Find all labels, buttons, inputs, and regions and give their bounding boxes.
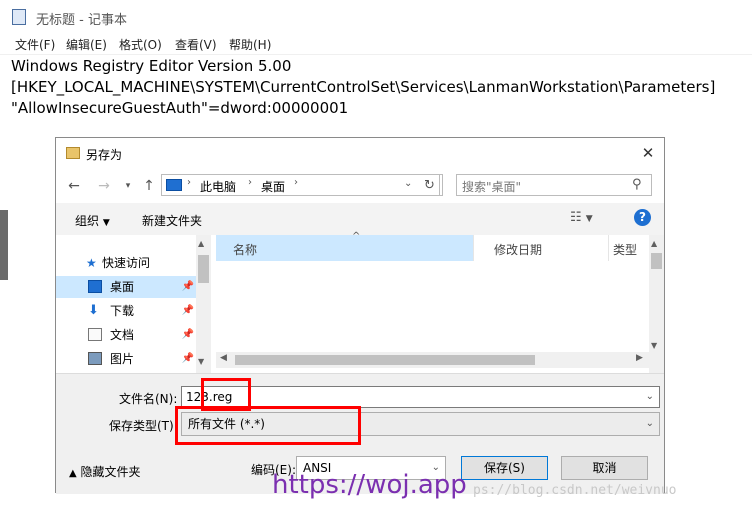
column-divider xyxy=(608,235,609,261)
column-header-type[interactable]: 类型 xyxy=(613,241,637,258)
nav-item-pictures[interactable]: 图片 📌 xyxy=(70,348,196,370)
browser-panes: ★ 快速访问 桌面 📌 ⬇ 下载 📌 文档 📌 图片 📌 ▲ ▼ 名称 ^ 修改… xyxy=(56,231,664,373)
nav-item-label: 快速访问 xyxy=(102,256,151,270)
notepad-title: 无标题 - 记事本 xyxy=(36,13,127,28)
chevron-down-icon: ▼ xyxy=(102,218,110,228)
column-header-name[interactable]: 名称 ^ xyxy=(216,231,473,261)
menu-file[interactable]: 文件(F) xyxy=(15,36,55,53)
background-window-edge xyxy=(0,210,8,280)
scrollbar-thumb[interactable] xyxy=(198,255,209,283)
scroll-right-icon[interactable]: ▶ xyxy=(636,353,643,363)
scrollbar-thumb[interactable] xyxy=(651,253,662,269)
scroll-up-icon[interactable]: ▲ xyxy=(198,239,204,248)
scroll-down-icon[interactable]: ▼ xyxy=(651,341,657,350)
new-folder-button[interactable]: 新建文件夹 xyxy=(142,212,202,229)
navigation-pane: ★ 快速访问 桌面 📌 ⬇ 下载 📌 文档 📌 图片 📌 ▲ ▼ xyxy=(56,235,211,373)
notepad-menu-bar: 文件(F) 编辑(E) 格式(O) 查看(V) 帮助(H) xyxy=(0,34,752,54)
chevron-down-icon[interactable]: ⌄ xyxy=(646,387,654,407)
column-name-label: 名称 xyxy=(233,243,258,257)
forward-arrow-icon[interactable]: → xyxy=(94,176,114,196)
nav-item-label: 桌面 xyxy=(110,280,135,294)
back-arrow-icon[interactable]: ← xyxy=(64,176,84,196)
chevron-right-icon: › xyxy=(294,177,298,188)
pin-icon: 📌 xyxy=(181,305,194,316)
desktop-icon xyxy=(88,280,102,293)
nav-item-desktop[interactable]: 桌面 📌 xyxy=(56,276,196,298)
chevron-down-icon: ⌄ xyxy=(645,418,654,429)
organize-label: 组织 xyxy=(75,214,100,228)
breadcrumb-desktop[interactable]: 桌面 xyxy=(261,178,285,195)
hide-folders-toggle[interactable]: ▲ 隐藏文件夹 xyxy=(69,463,141,480)
filename-input[interactable]: 123.reg ⌄ xyxy=(181,386,660,408)
pin-icon: 📌 xyxy=(181,329,194,340)
watermark-primary: https://woj.app xyxy=(272,470,467,500)
menu-edit[interactable]: 编辑(E) xyxy=(66,36,107,53)
filename-label: 文件名(N): xyxy=(119,392,178,406)
editor-line: "AllowInsecureGuestAuth"=dword:00000001 xyxy=(11,99,349,117)
nav-item-quick-access[interactable]: ★ 快速访问 xyxy=(70,252,196,274)
address-bar[interactable]: › 此电脑 › 桌面 › ⌄ xyxy=(161,174,443,196)
dialog-title: 另存为 xyxy=(86,148,123,162)
cancel-button[interactable]: 取消 xyxy=(561,456,648,480)
pin-icon: 📌 xyxy=(181,353,194,364)
nav-item-label: 图片 xyxy=(110,352,135,366)
search-icon: ⚲ xyxy=(632,177,642,192)
document-icon xyxy=(88,328,102,341)
menu-view[interactable]: 查看(V) xyxy=(175,36,217,53)
pin-icon: 📌 xyxy=(181,281,194,292)
save-as-dialog: 另存为 ✕ ← → ▾ ↑ › 此电脑 › 桌面 › ⌄ ↻ 搜索"桌面" ⚲ … xyxy=(55,137,665,494)
nav-item-documents[interactable]: 文档 📌 xyxy=(70,324,196,346)
notepad-title-bar: 无标题 - 记事本 xyxy=(0,0,752,34)
chevron-right-icon: › xyxy=(248,177,252,188)
menu-divider xyxy=(0,54,752,55)
view-options-icon[interactable]: ☷ ▼ xyxy=(570,210,593,225)
scroll-up-icon[interactable]: ▲ xyxy=(651,239,657,248)
refresh-icon[interactable]: ↻ xyxy=(420,174,440,196)
folder-icon xyxy=(66,147,80,159)
sort-up-icon: ^ xyxy=(352,231,361,242)
help-icon[interactable]: ? xyxy=(634,209,651,226)
search-placeholder: 搜索"桌面" xyxy=(462,180,522,194)
horizontal-scrollbar[interactable]: ◀ ▶ xyxy=(216,352,649,368)
chevron-down-icon[interactable]: ⌄ xyxy=(404,178,412,189)
organize-button[interactable]: 组织 ▼ xyxy=(75,212,110,229)
menu-format[interactable]: 格式(O) xyxy=(119,36,162,53)
save-button[interactable]: 保存(S) xyxy=(461,456,548,480)
navigation-bar: ← → ▾ ↑ › 此电脑 › 桌面 › ⌄ ↻ 搜索"桌面" ⚲ xyxy=(56,169,664,203)
scroll-left-icon[interactable]: ◀ xyxy=(220,353,227,363)
column-header-date[interactable]: 修改日期 xyxy=(494,241,542,258)
file-list[interactable] xyxy=(216,261,649,352)
close-button[interactable]: ✕ xyxy=(636,142,660,164)
recent-chevron-icon[interactable]: ▾ xyxy=(118,176,138,196)
scroll-down-icon[interactable]: ▼ xyxy=(198,357,204,366)
column-divider xyxy=(473,235,474,261)
dialog-title-bar: 另存为 ✕ xyxy=(56,138,664,169)
up-arrow-icon[interactable]: ↑ xyxy=(139,176,159,196)
menu-help[interactable]: 帮助(H) xyxy=(229,36,271,53)
hide-folders-label: 隐藏文件夹 xyxy=(80,465,141,479)
nav-item-downloads[interactable]: ⬇ 下载 📌 xyxy=(70,300,196,322)
filetype-label: 保存类型(T): xyxy=(109,419,178,433)
breadcrumb-this-pc[interactable]: 此电脑 xyxy=(200,178,236,195)
notepad-icon xyxy=(12,9,26,25)
nav-item-label: 文档 xyxy=(110,328,135,342)
chevron-right-icon: › xyxy=(187,177,191,188)
search-input[interactable]: 搜索"桌面" ⚲ xyxy=(456,174,652,196)
nav-item-label: 下载 xyxy=(110,304,135,318)
editor-line: Windows Registry Editor Version 5.00 xyxy=(11,57,292,75)
notepad-editor[interactable]: Windows Registry Editor Version 5.00 [HKE… xyxy=(11,56,715,119)
picture-icon xyxy=(88,352,102,365)
chevron-up-icon: ▲ xyxy=(69,468,77,479)
file-list-header: 名称 ^ 修改日期 类型 xyxy=(216,231,648,261)
editor-line: [HKEY_LOCAL_MACHINE\SYSTEM\CurrentContro… xyxy=(11,78,716,96)
scrollbar-thumb[interactable] xyxy=(235,355,535,365)
computer-icon xyxy=(166,179,182,191)
download-icon: ⬇ xyxy=(88,303,99,318)
watermark-secondary: ps://blog.csdn.net/weivnuo xyxy=(473,483,677,498)
star-icon: ★ xyxy=(86,256,97,270)
nav-pane-scrollbar[interactable]: ▲ ▼ xyxy=(196,235,211,373)
file-list-scrollbar[interactable]: ▲ ▼ xyxy=(649,235,664,373)
highlight-box-filetype xyxy=(175,406,361,445)
